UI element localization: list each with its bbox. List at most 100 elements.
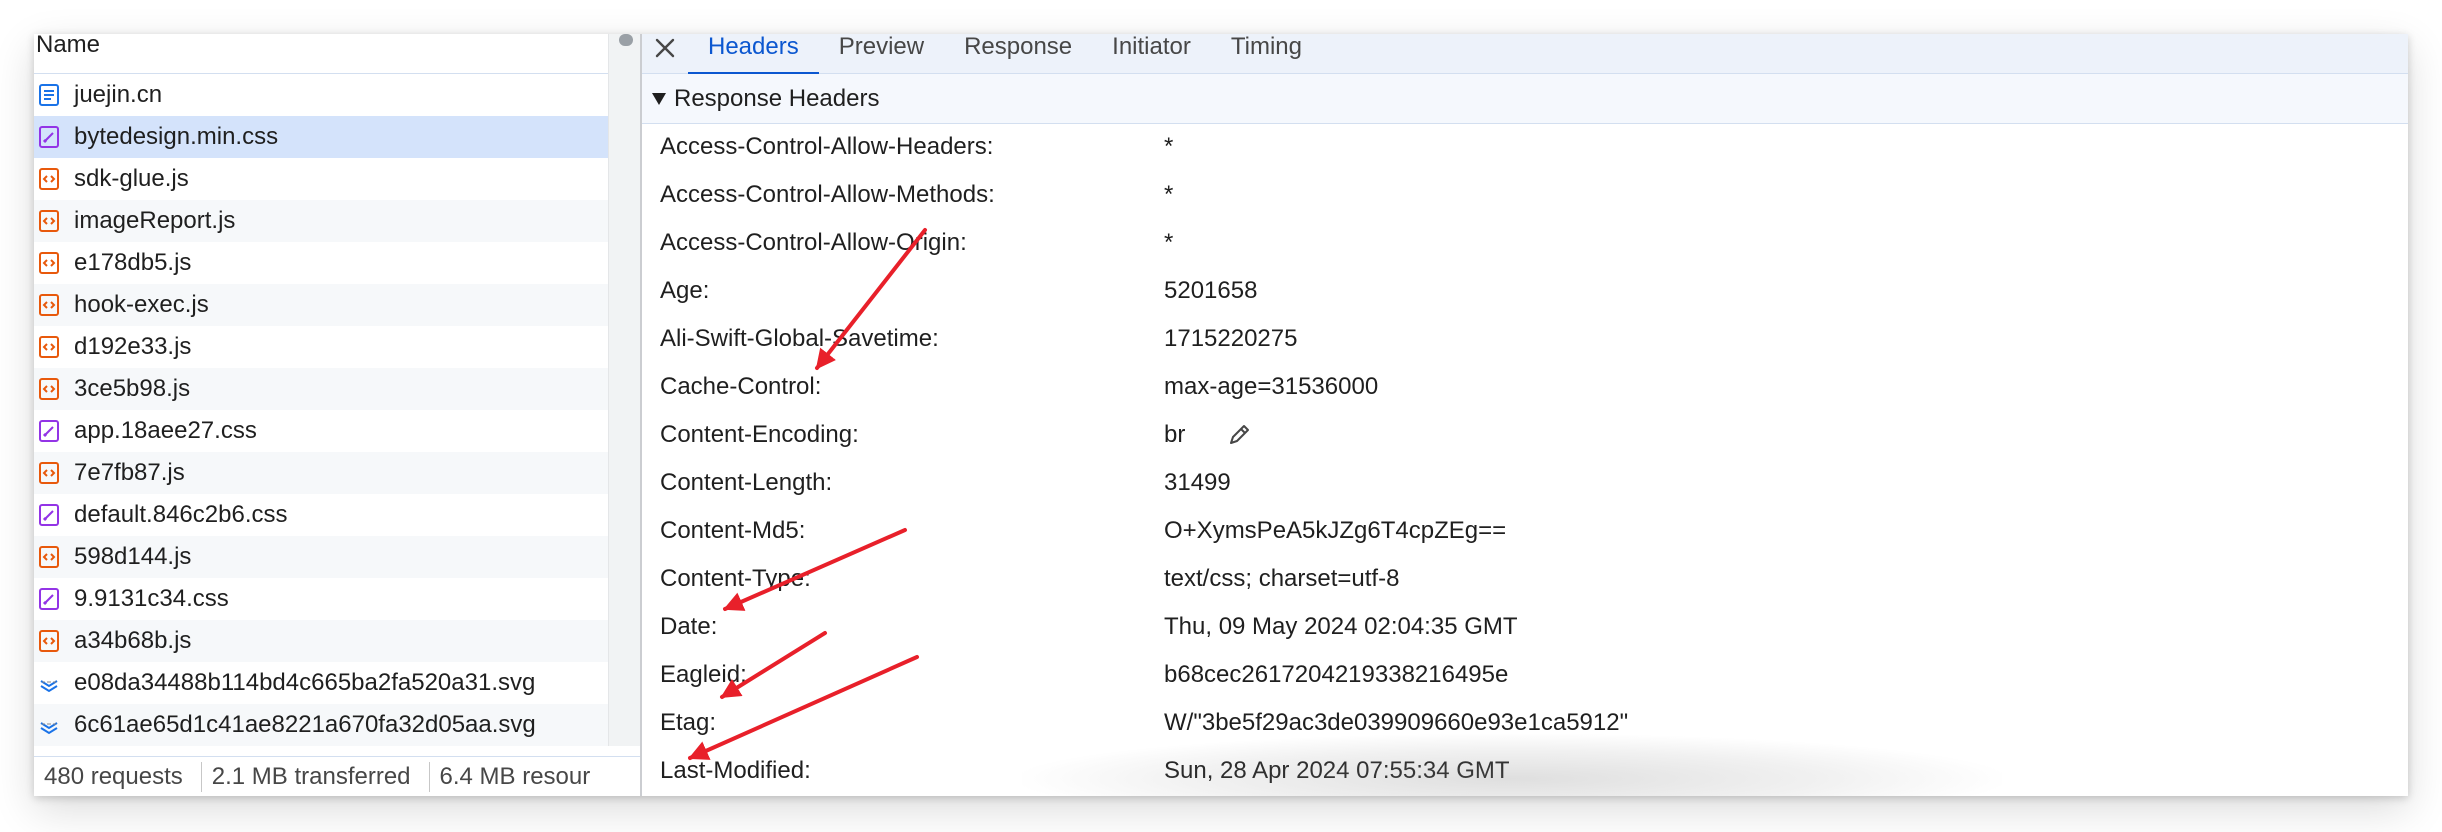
request-name: default.846c2b6.css [74, 501, 288, 528]
header-row: Access-Control-Allow-Headers: * [642, 125, 2408, 173]
request-row[interactable]: 9.9131c34.css [34, 578, 608, 620]
tab-initiator[interactable]: Initiator [1092, 34, 1211, 74]
header-name: Access-Control-Allow-Methods: [660, 181, 995, 208]
request-name: hook-exec.js [74, 291, 209, 318]
header-name: Cache-Control: [660, 373, 822, 400]
request-list-pane: Name juejin.cn bytedesign.min.css sdk-glue… [34, 34, 640, 796]
details-tabbar: Headers Preview Response Initiator Timing [642, 34, 2408, 75]
header-row: Content-Type: text/css; charset=utf-8 [642, 557, 2408, 605]
request-row[interactable]: d192e33.js [34, 326, 608, 368]
header-value: Sun, 28 Apr 2024 07:55:34 GMT [1164, 757, 1510, 784]
script-icon [38, 168, 60, 190]
header-value: * [1164, 229, 1174, 256]
header-value: text/css; charset=utf-8 [1164, 565, 1400, 592]
network-status-bar: 480 requests 2.1 MB transferred 6.4 MB r… [34, 756, 640, 796]
section-title: Response Headers [674, 84, 880, 112]
response-headers-section-toggle[interactable]: Response Headers [642, 74, 2408, 124]
scrollbar-thumb[interactable] [619, 34, 633, 46]
header-row: Cache-Control: max-age=31536000 [642, 365, 2408, 413]
request-row[interactable]: 7e7fb87.js [34, 452, 608, 494]
header-row: Access-Control-Allow-Origin: * [642, 221, 2408, 269]
close-icon [655, 38, 675, 58]
tab-headers[interactable]: Headers [688, 34, 819, 75]
header-name: Last-Modified: [660, 757, 811, 784]
request-row[interactable]: juejin.cn [34, 74, 608, 116]
header-row: Last-Modified: Sun, 28 Apr 2024 07:55:34 … [642, 749, 2408, 796]
script-icon [38, 462, 60, 484]
details-tabs: Headers Preview Response Initiator Timing [688, 34, 1322, 75]
request-name: 3ce5b98.js [74, 375, 191, 402]
request-name: juejin.cn [74, 81, 163, 108]
request-name: d192e33.js [74, 333, 192, 360]
request-row[interactable]: 598d144.js [34, 536, 608, 578]
stylesheet-icon [38, 504, 60, 526]
request-row[interactable]: a34b68b.js [34, 620, 608, 662]
tab-timing[interactable]: Timing [1211, 34, 1322, 74]
request-row[interactable]: default.846c2b6.css [34, 494, 608, 536]
header-value: br [1164, 421, 1186, 448]
request-row[interactable]: 3ce5b98.js [34, 368, 608, 410]
header-row: Etag: W/"3be5f29ac3de039909660e93e1ca5912… [642, 701, 2408, 749]
request-row[interactable]: 6c61ae65d1c41ae8221a670fa32d05aa.svg [34, 704, 608, 746]
triangle-down-icon [652, 92, 666, 105]
request-name: a34b68b.js [74, 627, 192, 654]
devtools-network-panel: Name juejin.cn bytedesign.min.css sdk-glue… [34, 34, 2408, 796]
request-row[interactable]: app.18aee27.css [34, 410, 608, 452]
header-row: Age: 5201658 [642, 269, 2408, 317]
request-name: 598d144.js [74, 543, 192, 570]
tab-response[interactable]: Response [944, 34, 1092, 74]
request-name: 9.9131c34.css [74, 585, 229, 612]
request-row[interactable]: e178db5.js [34, 242, 608, 284]
header-value: max-age=31536000 [1164, 373, 1379, 400]
stylesheet-icon [38, 588, 60, 610]
header-row: Ali-Swift-Global-Savetime: 1715220275 [642, 317, 2408, 365]
script-icon [38, 210, 60, 232]
header-value: 5201658 [1164, 277, 1258, 304]
header-name: Access-Control-Allow-Headers: [660, 133, 994, 160]
request-name: app.18aee27.css [74, 417, 257, 444]
script-icon [38, 336, 60, 358]
header-value: b68cec2617204219338216495e [1164, 661, 1509, 688]
header-name: Content-Length: [660, 469, 833, 496]
request-name: e08da34488b114bd4c665ba2fa520a31.svg [74, 669, 536, 696]
tab-preview[interactable]: Preview [819, 34, 944, 74]
request-list: juejin.cn bytedesign.min.css sdk-glue.js im… [34, 74, 608, 746]
header-value: 31499 [1164, 469, 1231, 496]
request-name: bytedesign.min.css [74, 123, 279, 150]
request-list-scrollbar[interactable] [608, 34, 640, 746]
script-icon [38, 546, 60, 568]
request-name: sdk-glue.js [74, 165, 189, 192]
header-value: W/"3be5f29ac3de039909660e93e1ca5912" [1164, 709, 1629, 736]
header-row: Content-Length: 31499 [642, 461, 2408, 509]
response-headers-list: Access-Control-Allow-Headers: * Access-Con… [642, 125, 2408, 796]
pencil-icon[interactable] [1226, 422, 1252, 448]
request-row[interactable]: imageReport.js [34, 200, 608, 242]
transferred-size: 2.1 MB transferred [211, 762, 411, 790]
name-column-header[interactable]: Name [34, 34, 608, 74]
request-row[interactable]: sdk-glue.js [34, 158, 608, 200]
header-value: Thu, 09 May 2024 02:04:35 GMT [1164, 613, 1518, 640]
header-name: Date: [660, 613, 718, 640]
close-details-button[interactable] [642, 34, 688, 74]
stylesheet-icon [38, 126, 60, 148]
script-icon [38, 378, 60, 400]
request-name: imageReport.js [74, 207, 236, 234]
document-icon [38, 84, 60, 106]
header-name: Content-Type: [660, 565, 811, 592]
header-row: Date: Thu, 09 May 2024 02:04:35 GMT [642, 605, 2408, 653]
header-name: Content-Encoding: [660, 421, 859, 448]
header-row: Eagleid: b68cec2617204219338216495e [642, 653, 2408, 701]
resources-size: 6.4 MB resour [439, 762, 591, 790]
request-row[interactable]: hook-exec.js [34, 284, 608, 326]
request-name: 6c61ae65d1c41ae8221a670fa32d05aa.svg [74, 711, 536, 738]
header-name: Ali-Swift-Global-Savetime: [660, 325, 939, 352]
request-row[interactable]: bytedesign.min.css [34, 116, 608, 158]
svg-thumbnail-icon [38, 714, 60, 736]
request-row[interactable]: e08da34488b114bd4c665ba2fa520a31.svg [34, 662, 608, 704]
header-name: Content-Md5: [660, 517, 806, 544]
header-name: Etag: [660, 709, 717, 736]
header-value: * [1164, 133, 1174, 160]
header-row: Access-Control-Allow-Methods: * [642, 173, 2408, 221]
script-icon [38, 294, 60, 316]
stylesheet-icon [38, 420, 60, 442]
